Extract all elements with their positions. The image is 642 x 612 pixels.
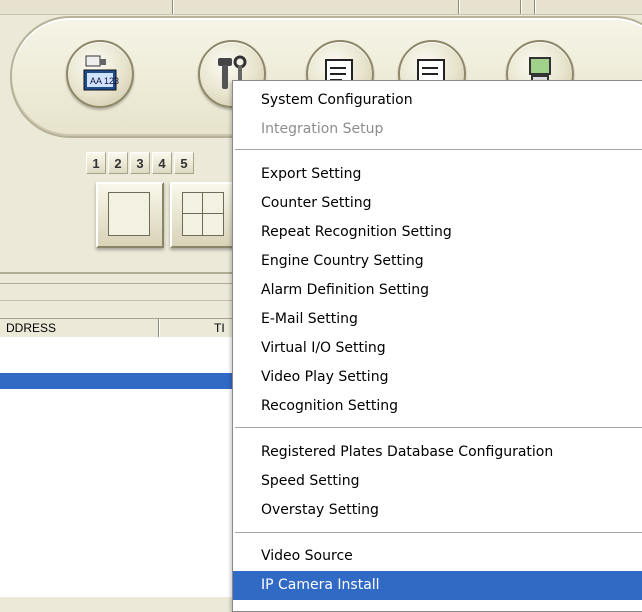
menu-item-registered-plates-database-configuration[interactable]: Registered Plates Database Configuration [233,438,642,467]
camera-monitor-icon: AA 123 [83,55,119,91]
channel-button-2[interactable]: 2 [108,152,128,174]
menu-item-email-setting[interactable]: E-Mail Setting [233,305,642,334]
top-strip [0,0,642,15]
channel-button-5[interactable]: 5 [174,152,194,174]
channel-number-buttons: 1 2 3 4 5 [86,152,196,174]
menu-item-integration-setup: Integration Setup [261,121,384,137]
top-divider [458,0,459,14]
svg-text:AA 123: AA 123 [90,76,119,86]
menu-item-export-setting[interactable]: Export Setting [233,160,642,189]
channel-button-3[interactable]: 3 [130,152,150,174]
menu-separator [235,532,642,533]
quad-view-icon [182,192,224,236]
menu-item-repeat-recognition-setting[interactable]: Repeat Recognition Setting [233,218,642,247]
menu-item-video-play-setting[interactable]: Video Play Setting [233,363,642,392]
menu-item-video-source[interactable]: Video Source [233,542,642,571]
top-divider [172,0,173,14]
menu-item-virtual-io-setting[interactable]: Virtual I/O Setting [233,334,642,363]
menu-item-alarm-definition-setting[interactable]: Alarm Definition Setting [233,276,642,305]
menu-item-speed-setting[interactable]: Speed Setting [233,467,642,496]
menu-item-ip-camera-install[interactable]: IP Camera Install [233,571,642,600]
menu-item-overstay-setting[interactable]: Overstay Setting [233,496,642,525]
context-menu: System Configuration Integration Setup E… [232,80,642,612]
menu-separator [235,149,642,150]
top-divider [534,0,535,14]
menu-item-recognition-setting[interactable]: Recognition Setting [233,392,642,421]
column-divider[interactable] [158,319,159,337]
column-header-address[interactable]: DDRESS [6,319,56,337]
top-divider [520,0,521,14]
single-view-icon [108,192,150,236]
menu-item-system-configuration[interactable]: System Configuration [233,86,642,115]
column-header-time[interactable]: TI [214,319,225,337]
menu-item-engine-country-setting[interactable]: Engine Country Setting [233,247,642,276]
single-view-layout-button[interactable] [96,182,164,248]
menu-separator [235,427,642,428]
channel-button-1[interactable]: 1 [86,152,106,174]
quad-view-layout-button[interactable] [170,182,238,248]
menu-item-counter-setting[interactable]: Counter Setting [233,189,642,218]
channel-button-4[interactable]: 4 [152,152,172,174]
camera-monitor-button[interactable]: AA 123 [66,40,134,108]
